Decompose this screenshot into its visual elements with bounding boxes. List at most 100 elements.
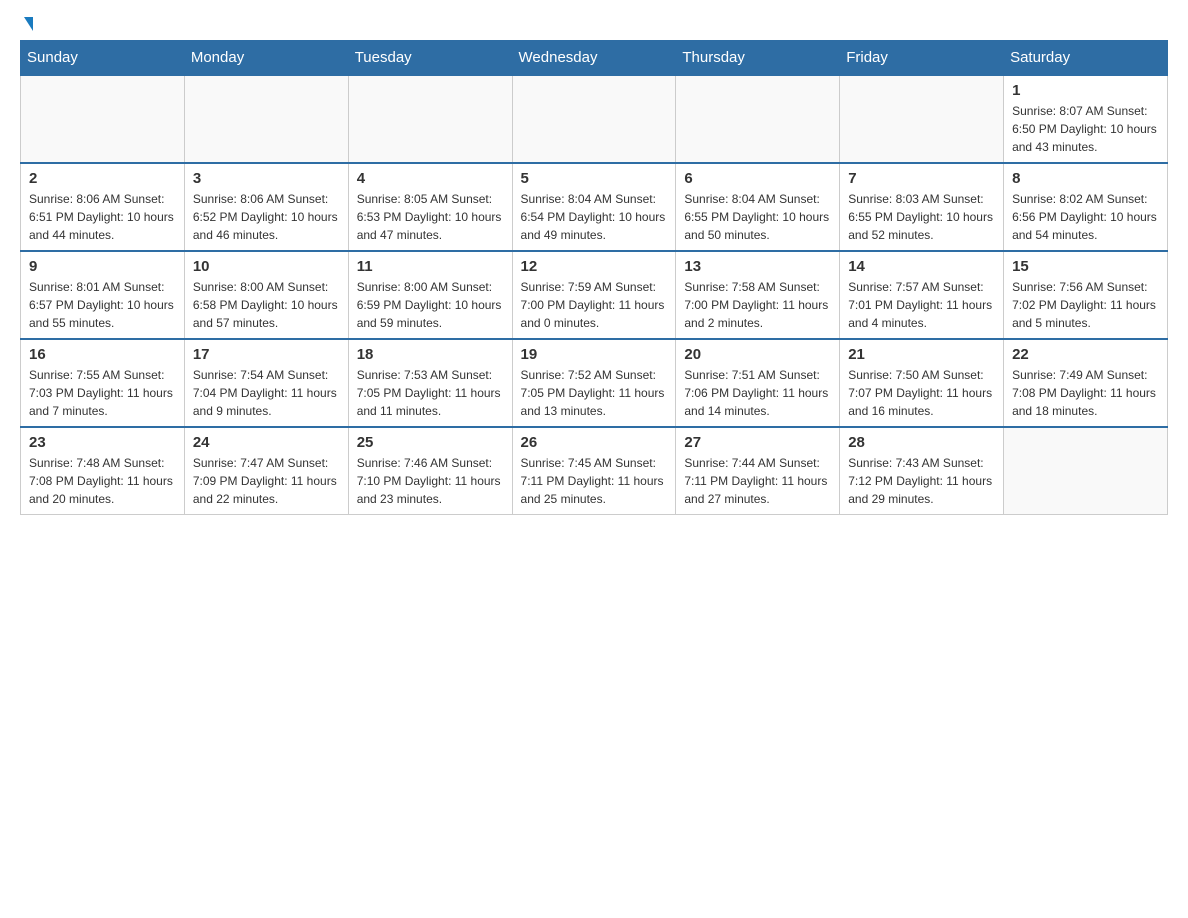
calendar-cell: 24 Sunrise: 7:47 AM Sunset: 7:09 PM Dayli… [184,427,348,515]
weekday-header-row: SundayMondayTuesdayWednesdayThursdayFrid… [21,41,1168,76]
day-info: Sunrise: 8:04 AM Sunset: 6:55 PM Dayligh… [684,190,831,244]
day-info: Sunrise: 7:51 AM Sunset: 7:06 PM Dayligh… [684,366,831,420]
calendar-cell [676,75,840,163]
day-number: 6 [684,170,831,187]
calendar-cell: 10 Sunrise: 8:00 AM Sunset: 6:58 PM Dayli… [184,251,348,339]
day-info: Sunrise: 7:53 AM Sunset: 7:05 PM Dayligh… [357,366,504,420]
day-number: 17 [193,346,340,363]
calendar-week-4: 16Sunrise: 7:55 AM Sunset: 7:03 PM Dayli… [21,339,1168,427]
weekday-header-sunday: Sunday [21,41,185,76]
day-info: Sunrise: 7:56 AM Sunset: 7:02 PM Dayligh… [1012,278,1159,332]
day-info: Sunrise: 8:06 AM Sunset: 6:51 PM Dayligh… [29,190,176,244]
day-info: Sunrise: 7:44 AM Sunset: 7:11 PM Dayligh… [684,454,831,508]
calendar-cell: 15 Sunrise: 7:56 AM Sunset: 7:02 PM Dayli… [1004,251,1168,339]
calendar-cell: 26 Sunrise: 7:45 AM Sunset: 7:11 PM Dayli… [512,427,676,515]
day-info: Sunrise: 8:01 AM Sunset: 6:57 PM Dayligh… [29,278,176,332]
day-info: Sunrise: 8:05 AM Sunset: 6:53 PM Dayligh… [357,190,504,244]
calendar-week-2: 2 Sunrise: 8:06 AM Sunset: 6:51 PM Daylig… [21,163,1168,251]
calendar-table: SundayMondayTuesdayWednesdayThursdayFrid… [20,40,1168,515]
day-info: Sunrise: 7:54 AM Sunset: 7:04 PM Dayligh… [193,366,340,420]
day-number: 27 [684,434,831,451]
calendar-cell: 19 Sunrise: 7:52 AM Sunset: 7:05 PM Dayli… [512,339,676,427]
day-number: 13 [684,258,831,275]
calendar-cell: 3 Sunrise: 8:06 AM Sunset: 6:52 PM Daylig… [184,163,348,251]
day-number: 11 [357,258,504,275]
day-info: Sunrise: 7:57 AM Sunset: 7:01 PM Dayligh… [848,278,995,332]
day-number: 8 [1012,170,1159,187]
logo-general [20,20,33,34]
day-info: Sunrise: 7:55 AM Sunset: 7:03 PM Dayligh… [29,366,176,420]
calendar-cell [21,75,185,163]
day-number: 5 [521,170,668,187]
day-number: 2 [29,170,176,187]
day-info: Sunrise: 8:06 AM Sunset: 6:52 PM Dayligh… [193,190,340,244]
day-info: Sunrise: 7:47 AM Sunset: 7:09 PM Dayligh… [193,454,340,508]
day-info: Sunrise: 7:50 AM Sunset: 7:07 PM Dayligh… [848,366,995,420]
day-number: 23 [29,434,176,451]
day-number: 21 [848,346,995,363]
calendar-cell [1004,427,1168,515]
logo-text [20,20,33,30]
day-info: Sunrise: 8:07 AM Sunset: 6:50 PM Dayligh… [1012,102,1159,156]
calendar-cell [184,75,348,163]
calendar-week-1: 1Sunrise: 8:07 AM Sunset: 6:50 PM Daylig… [21,75,1168,163]
calendar-cell: 16Sunrise: 7:55 AM Sunset: 7:03 PM Dayli… [21,339,185,427]
day-number: 26 [521,434,668,451]
day-info: Sunrise: 7:48 AM Sunset: 7:08 PM Dayligh… [29,454,176,508]
day-number: 22 [1012,346,1159,363]
calendar-cell: 1Sunrise: 8:07 AM Sunset: 6:50 PM Daylig… [1004,75,1168,163]
calendar-cell: 17 Sunrise: 7:54 AM Sunset: 7:04 PM Dayli… [184,339,348,427]
day-info: Sunrise: 8:00 AM Sunset: 6:58 PM Dayligh… [193,278,340,332]
calendar-cell: 12 Sunrise: 7:59 AM Sunset: 7:00 PM Dayli… [512,251,676,339]
calendar-cell: 21 Sunrise: 7:50 AM Sunset: 7:07 PM Dayli… [840,339,1004,427]
calendar-cell: 20 Sunrise: 7:51 AM Sunset: 7:06 PM Dayli… [676,339,840,427]
day-number: 25 [357,434,504,451]
calendar-cell: 13Sunrise: 7:58 AM Sunset: 7:00 PM Dayli… [676,251,840,339]
calendar-cell: 5 Sunrise: 8:04 AM Sunset: 6:54 PM Daylig… [512,163,676,251]
calendar-cell [840,75,1004,163]
calendar-cell: 2 Sunrise: 8:06 AM Sunset: 6:51 PM Daylig… [21,163,185,251]
calendar-cell: 25 Sunrise: 7:46 AM Sunset: 7:10 PM Dayli… [348,427,512,515]
day-number: 24 [193,434,340,451]
calendar-cell: 23 Sunrise: 7:48 AM Sunset: 7:08 PM Dayli… [21,427,185,515]
weekday-header-friday: Friday [840,41,1004,76]
calendar-cell: 6 Sunrise: 8:04 AM Sunset: 6:55 PM Daylig… [676,163,840,251]
day-info: Sunrise: 8:00 AM Sunset: 6:59 PM Dayligh… [357,278,504,332]
calendar-cell: 22 Sunrise: 7:49 AM Sunset: 7:08 PM Dayli… [1004,339,1168,427]
day-info: Sunrise: 7:52 AM Sunset: 7:05 PM Dayligh… [521,366,668,420]
calendar-cell: 27 Sunrise: 7:44 AM Sunset: 7:11 PM Dayli… [676,427,840,515]
day-info: Sunrise: 7:49 AM Sunset: 7:08 PM Dayligh… [1012,366,1159,420]
calendar-cell: 18Sunrise: 7:53 AM Sunset: 7:05 PM Dayli… [348,339,512,427]
day-info: Sunrise: 7:43 AM Sunset: 7:12 PM Dayligh… [848,454,995,508]
day-info: Sunrise: 7:59 AM Sunset: 7:00 PM Dayligh… [521,278,668,332]
calendar-week-5: 23 Sunrise: 7:48 AM Sunset: 7:08 PM Dayli… [21,427,1168,515]
day-number: 10 [193,258,340,275]
weekday-header-thursday: Thursday [676,41,840,76]
day-number: 28 [848,434,995,451]
day-number: 15 [1012,258,1159,275]
weekday-header-saturday: Saturday [1004,41,1168,76]
day-number: 4 [357,170,504,187]
calendar-cell: 9 Sunrise: 8:01 AM Sunset: 6:57 PM Daylig… [21,251,185,339]
day-info: Sunrise: 7:46 AM Sunset: 7:10 PM Dayligh… [357,454,504,508]
logo [20,20,33,30]
day-info: Sunrise: 8:03 AM Sunset: 6:55 PM Dayligh… [848,190,995,244]
day-number: 9 [29,258,176,275]
weekday-header-tuesday: Tuesday [348,41,512,76]
calendar-cell: 7Sunrise: 8:03 AM Sunset: 6:55 PM Daylig… [840,163,1004,251]
logo-triangle-icon [24,17,33,31]
calendar-cell: 28 Sunrise: 7:43 AM Sunset: 7:12 PM Dayli… [840,427,1004,515]
calendar-cell: 4 Sunrise: 8:05 AM Sunset: 6:53 PM Daylig… [348,163,512,251]
day-info: Sunrise: 8:04 AM Sunset: 6:54 PM Dayligh… [521,190,668,244]
day-number: 19 [521,346,668,363]
weekday-header-wednesday: Wednesday [512,41,676,76]
day-info: Sunrise: 8:02 AM Sunset: 6:56 PM Dayligh… [1012,190,1159,244]
day-number: 3 [193,170,340,187]
day-number: 20 [684,346,831,363]
calendar-cell [348,75,512,163]
day-number: 12 [521,258,668,275]
day-info: Sunrise: 7:45 AM Sunset: 7:11 PM Dayligh… [521,454,668,508]
calendar-cell [512,75,676,163]
day-number: 14 [848,258,995,275]
calendar-week-3: 9 Sunrise: 8:01 AM Sunset: 6:57 PM Daylig… [21,251,1168,339]
